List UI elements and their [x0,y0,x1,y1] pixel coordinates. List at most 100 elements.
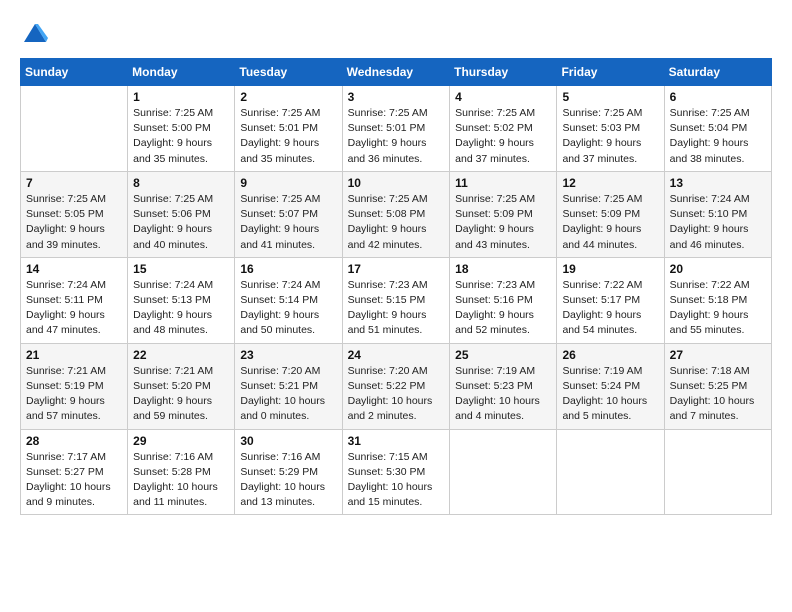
day-info: Sunrise: 7:24 AM Sunset: 5:14 PM Dayligh… [240,278,336,339]
day-number: 1 [133,90,229,104]
day-info: Sunrise: 7:16 AM Sunset: 5:29 PM Dayligh… [240,450,336,511]
day-number: 18 [455,262,551,276]
calendar-day-header: Friday [557,59,664,86]
calendar-day-header: Monday [128,59,235,86]
day-info: Sunrise: 7:19 AM Sunset: 5:23 PM Dayligh… [455,364,551,425]
day-info: Sunrise: 7:25 AM Sunset: 5:09 PM Dayligh… [455,192,551,253]
calendar-cell: 31 Sunrise: 7:15 AM Sunset: 5:30 PM Dayli… [342,429,450,515]
calendar-week-row: 7 Sunrise: 7:25 AM Sunset: 5:05 PM Daylig… [21,171,772,257]
calendar-cell [557,429,664,515]
calendar-cell: 13 Sunrise: 7:24 AM Sunset: 5:10 PM Dayli… [664,171,771,257]
day-info: Sunrise: 7:25 AM Sunset: 5:01 PM Dayligh… [348,106,445,167]
calendar-cell: 6Sunrise: 7:25 AM Sunset: 5:04 PM Daylig… [664,86,771,172]
calendar-day-header: Wednesday [342,59,450,86]
day-number: 15 [133,262,229,276]
calendar-cell: 23 Sunrise: 7:20 AM Sunset: 5:21 PM Dayli… [235,343,342,429]
calendar-cell: 12 Sunrise: 7:25 AM Sunset: 5:09 PM Dayli… [557,171,664,257]
day-number: 24 [348,348,445,362]
day-info: Sunrise: 7:15 AM Sunset: 5:30 PM Dayligh… [348,450,445,511]
calendar-cell: 2 Sunrise: 7:25 AM Sunset: 5:01 PM Daylig… [235,86,342,172]
calendar-day-header: Tuesday [235,59,342,86]
day-info: Sunrise: 7:25 AM Sunset: 5:02 PM Dayligh… [455,106,551,167]
day-info: Sunrise: 7:20 AM Sunset: 5:22 PM Dayligh… [348,364,445,425]
day-info: Sunrise: 7:22 AM Sunset: 5:18 PM Dayligh… [670,278,766,339]
calendar-cell: 26 Sunrise: 7:19 AM Sunset: 5:24 PM Dayli… [557,343,664,429]
calendar-cell: 30 Sunrise: 7:16 AM Sunset: 5:29 PM Dayli… [235,429,342,515]
calendar-cell [21,86,128,172]
day-info: Sunrise: 7:23 AM Sunset: 5:16 PM Dayligh… [455,278,551,339]
day-number: 19 [562,262,658,276]
day-number: 26 [562,348,658,362]
day-number: 28 [26,434,122,448]
day-number: 9 [240,176,336,190]
day-info: Sunrise: 7:25 AM Sunset: 5:01 PM Dayligh… [240,106,336,167]
calendar-cell: 11 Sunrise: 7:25 AM Sunset: 5:09 PM Dayli… [450,171,557,257]
calendar-cell: 1Sunrise: 7:25 AM Sunset: 5:00 PM Daylig… [128,86,235,172]
calendar-body: 1Sunrise: 7:25 AM Sunset: 5:00 PM Daylig… [21,86,772,515]
calendar-cell: 3 Sunrise: 7:25 AM Sunset: 5:01 PM Daylig… [342,86,450,172]
day-number: 23 [240,348,336,362]
calendar-cell: 18 Sunrise: 7:23 AM Sunset: 5:16 PM Dayli… [450,257,557,343]
calendar-day-header: Thursday [450,59,557,86]
day-info: Sunrise: 7:19 AM Sunset: 5:24 PM Dayligh… [562,364,658,425]
day-number: 31 [348,434,445,448]
day-number: 13 [670,176,766,190]
day-info: Sunrise: 7:24 AM Sunset: 5:11 PM Dayligh… [26,278,122,339]
day-info: Sunrise: 7:25 AM Sunset: 5:04 PM Dayligh… [670,106,766,167]
day-number: 22 [133,348,229,362]
calendar-week-row: 28 Sunrise: 7:17 AM Sunset: 5:27 PM Dayli… [21,429,772,515]
calendar-cell: 14 Sunrise: 7:24 AM Sunset: 5:11 PM Dayli… [21,257,128,343]
day-info: Sunrise: 7:16 AM Sunset: 5:28 PM Dayligh… [133,450,229,511]
day-info: Sunrise: 7:23 AM Sunset: 5:15 PM Dayligh… [348,278,445,339]
calendar-cell: 10Sunrise: 7:25 AM Sunset: 5:08 PM Dayli… [342,171,450,257]
day-number: 3 [348,90,445,104]
day-number: 8 [133,176,229,190]
calendar-table: SundayMondayTuesdayWednesdayThursdayFrid… [20,58,772,515]
day-info: Sunrise: 7:21 AM Sunset: 5:19 PM Dayligh… [26,364,122,425]
day-info: Sunrise: 7:25 AM Sunset: 5:09 PM Dayligh… [562,192,658,253]
day-number: 21 [26,348,122,362]
day-number: 30 [240,434,336,448]
calendar-cell: 29Sunrise: 7:16 AM Sunset: 5:28 PM Dayli… [128,429,235,515]
calendar-cell: 7 Sunrise: 7:25 AM Sunset: 5:05 PM Daylig… [21,171,128,257]
day-info: Sunrise: 7:25 AM Sunset: 5:08 PM Dayligh… [348,192,445,253]
day-info: Sunrise: 7:18 AM Sunset: 5:25 PM Dayligh… [670,364,766,425]
calendar-week-row: 1Sunrise: 7:25 AM Sunset: 5:00 PM Daylig… [21,86,772,172]
day-number: 16 [240,262,336,276]
day-number: 14 [26,262,122,276]
day-info: Sunrise: 7:21 AM Sunset: 5:20 PM Dayligh… [133,364,229,425]
day-info: Sunrise: 7:24 AM Sunset: 5:13 PM Dayligh… [133,278,229,339]
calendar-cell: 17 Sunrise: 7:23 AM Sunset: 5:15 PM Dayli… [342,257,450,343]
day-number: 7 [26,176,122,190]
calendar-cell: 22 Sunrise: 7:21 AM Sunset: 5:20 PM Dayli… [128,343,235,429]
page-header [20,20,772,46]
day-info: Sunrise: 7:25 AM Sunset: 5:06 PM Dayligh… [133,192,229,253]
calendar-cell: 5Sunrise: 7:25 AM Sunset: 5:03 PM Daylig… [557,86,664,172]
day-number: 20 [670,262,766,276]
calendar-cell: 16 Sunrise: 7:24 AM Sunset: 5:14 PM Dayli… [235,257,342,343]
calendar-week-row: 21 Sunrise: 7:21 AM Sunset: 5:19 PM Dayli… [21,343,772,429]
day-number: 12 [562,176,658,190]
calendar-day-header: Sunday [21,59,128,86]
day-info: Sunrise: 7:25 AM Sunset: 5:07 PM Dayligh… [240,192,336,253]
calendar-cell: 28 Sunrise: 7:17 AM Sunset: 5:27 PM Dayli… [21,429,128,515]
day-number: 27 [670,348,766,362]
calendar-cell: 4Sunrise: 7:25 AM Sunset: 5:02 PM Daylig… [450,86,557,172]
calendar-day-header: Saturday [664,59,771,86]
day-number: 5 [562,90,658,104]
calendar-cell: 8 Sunrise: 7:25 AM Sunset: 5:06 PM Daylig… [128,171,235,257]
day-number: 17 [348,262,445,276]
day-info: Sunrise: 7:17 AM Sunset: 5:27 PM Dayligh… [26,450,122,511]
calendar-week-row: 14 Sunrise: 7:24 AM Sunset: 5:11 PM Dayli… [21,257,772,343]
day-number: 2 [240,90,336,104]
calendar-cell: 9 Sunrise: 7:25 AM Sunset: 5:07 PM Daylig… [235,171,342,257]
calendar-cell: 15 Sunrise: 7:24 AM Sunset: 5:13 PM Dayli… [128,257,235,343]
day-number: 11 [455,176,551,190]
logo-icon [22,20,48,46]
day-info: Sunrise: 7:22 AM Sunset: 5:17 PM Dayligh… [562,278,658,339]
calendar-cell: 27 Sunrise: 7:18 AM Sunset: 5:25 PM Dayli… [664,343,771,429]
day-info: Sunrise: 7:20 AM Sunset: 5:21 PM Dayligh… [240,364,336,425]
day-info: Sunrise: 7:25 AM Sunset: 5:05 PM Dayligh… [26,192,122,253]
day-info: Sunrise: 7:24 AM Sunset: 5:10 PM Dayligh… [670,192,766,253]
calendar-header-row: SundayMondayTuesdayWednesdayThursdayFrid… [21,59,772,86]
